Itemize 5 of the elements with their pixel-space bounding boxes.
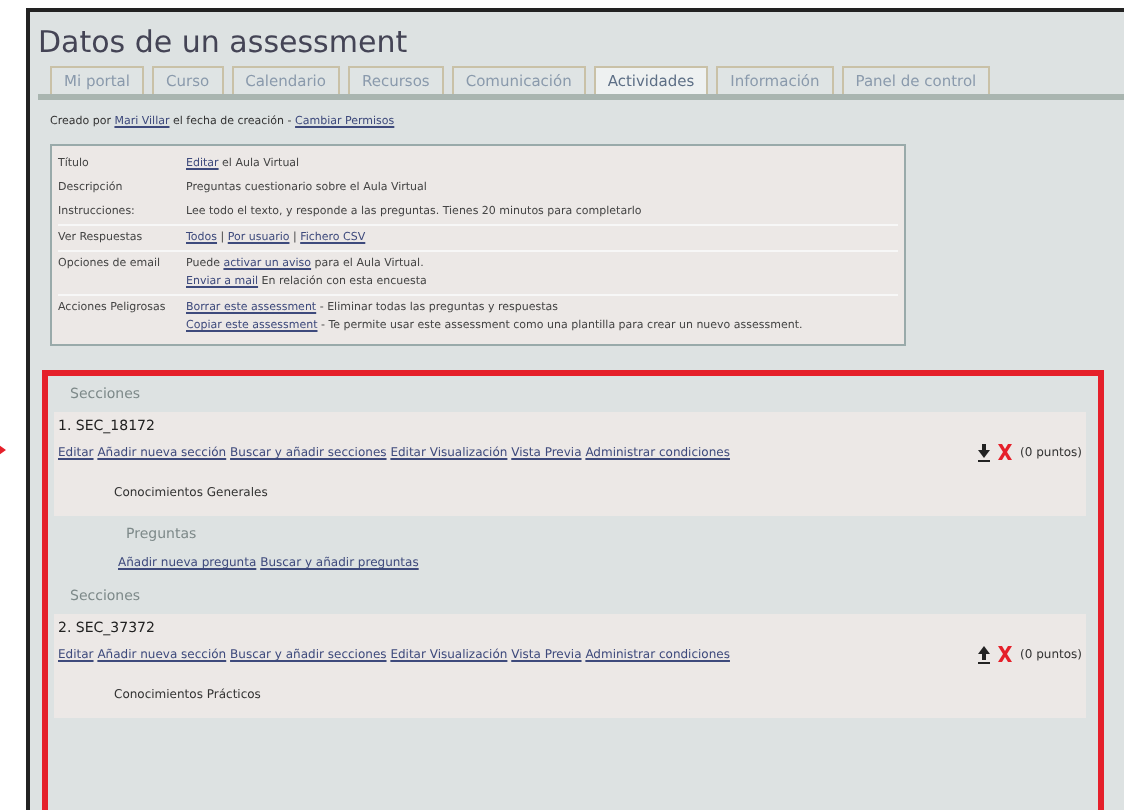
delete-icon[interactable]: [998, 444, 1013, 462]
delete-icon[interactable]: [998, 646, 1013, 664]
up-arrow-icon[interactable]: [978, 646, 991, 664]
page-title: Datos de un assessment: [38, 24, 410, 60]
down-arrow-icon[interactable]: [978, 444, 991, 462]
